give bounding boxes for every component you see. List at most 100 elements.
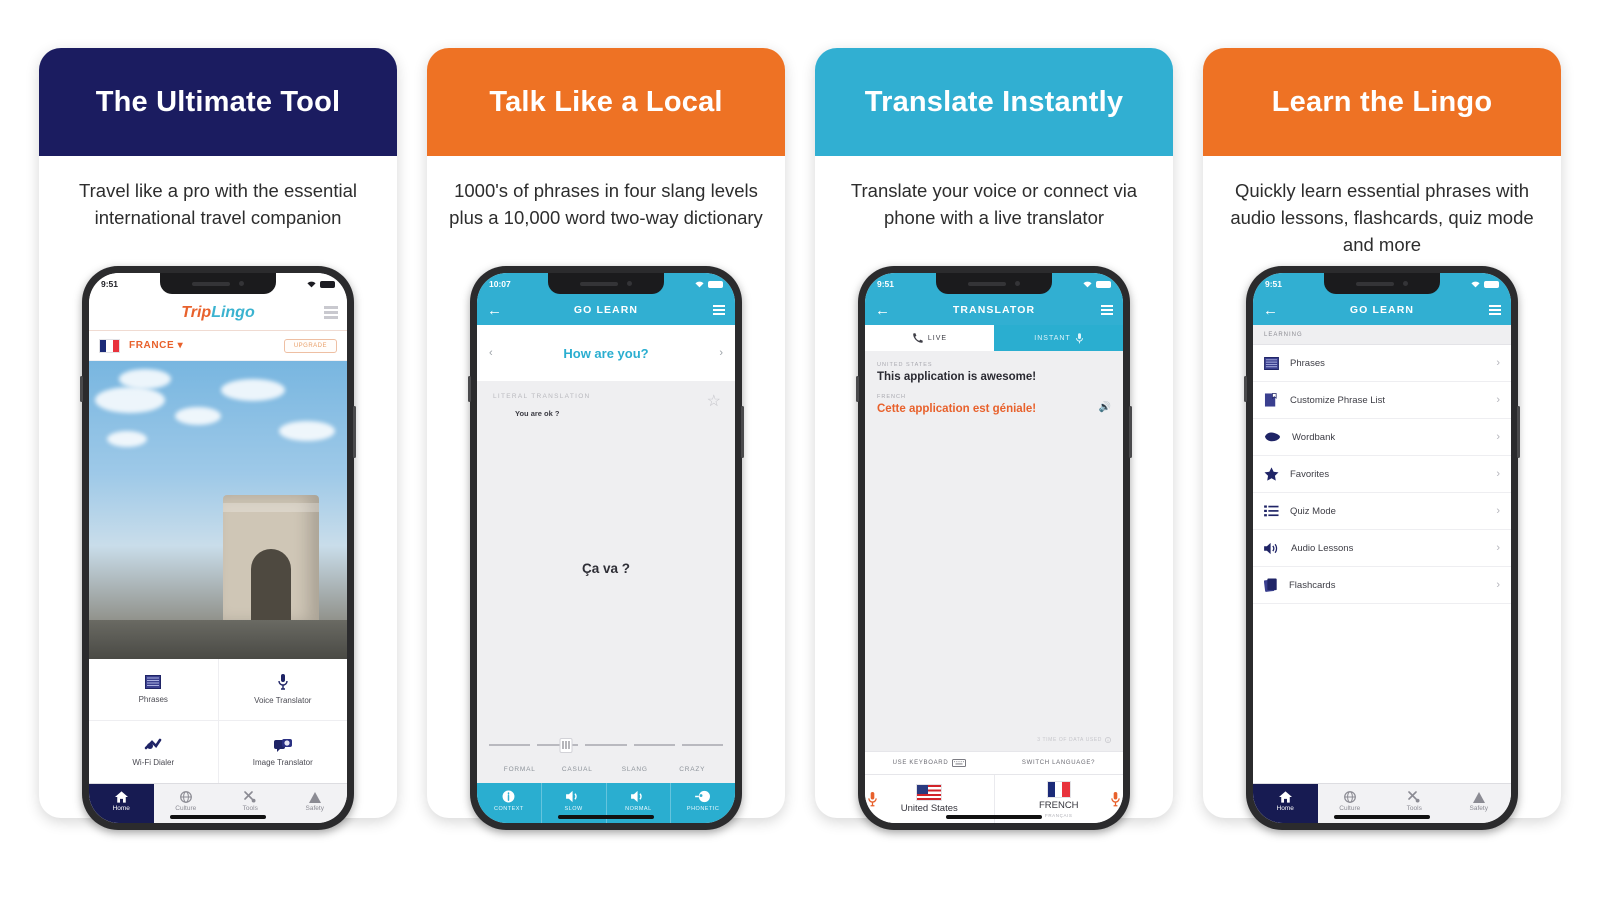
slang-label-casual[interactable]: CASUAL [549, 766, 607, 773]
home-indicator [170, 815, 266, 819]
tab-live[interactable]: LIVE [865, 325, 994, 351]
tab-safety[interactable]: Safety [283, 784, 348, 823]
tab-home[interactable]: Home [89, 784, 154, 823]
warning-icon [308, 791, 321, 803]
phone-mockup-1: 9:51 TripLingo FRANCE ▾ UPGRADE Phrases … [80, 266, 356, 830]
slang-level-labels: FORMAL CASUAL SLANG CRAZY [489, 752, 723, 783]
app-store-screenshot-gallery: The Ultimate Tool Travel like a pro with… [0, 0, 1600, 901]
action-label: CONTEXT [493, 806, 524, 812]
chevron-right-icon: › [1496, 505, 1500, 517]
switch-language-button[interactable]: SWITCH LANGUAGE? [994, 752, 1123, 774]
slider-track[interactable] [489, 737, 724, 753]
list-item-audio-lessons[interactable]: Audio Lessons › [1253, 530, 1511, 567]
card-title: Learn the Lingo [1271, 85, 1493, 118]
card-title: Translate Instantly [864, 85, 1124, 118]
wifi-icon [1471, 281, 1480, 287]
slang-level-slider[interactable]: FORMAL CASUAL SLANG CRAZY [477, 730, 735, 783]
list-empty-space [1253, 604, 1511, 783]
tab-home[interactable]: Home [1253, 784, 1318, 823]
grid-item-label: Voice Translator [254, 696, 312, 705]
speaker-icon [1264, 542, 1278, 554]
language-native-name: FRANÇAIS [1044, 812, 1073, 818]
hamburger-menu-icon[interactable] [1101, 305, 1113, 315]
microphone-icon[interactable] [1111, 791, 1120, 807]
battery-icon [1096, 280, 1111, 288]
feature-card-learn-the-lingo: Learn the Lingo Quickly learn essential … [1203, 48, 1561, 830]
list-item-customize-phrase-list[interactable]: Customize Phrase List › [1253, 382, 1511, 419]
wifi-icon [307, 281, 316, 287]
next-phrase-arrow[interactable]: › [719, 347, 723, 359]
grid-item-wifi-dialer[interactable]: Wi-Fi Dialer [89, 721, 219, 783]
microphone-icon [278, 674, 288, 690]
tab-label: Home [1276, 805, 1294, 812]
status-time: 9:51 [877, 279, 895, 289]
literal-translation-value: You are ok ? [515, 409, 560, 418]
slider-handle[interactable] [559, 737, 573, 753]
grid-item-phrases[interactable]: Phrases [89, 659, 219, 721]
use-keyboard-button[interactable]: USE KEYBOARD [865, 752, 994, 774]
microphone-icon[interactable] [868, 791, 877, 807]
list-item-phrases[interactable]: Phrases › [1253, 345, 1511, 382]
grid-item-voice-translator[interactable]: Voice Translator [218, 659, 347, 721]
phone-mockup-4: 9:51 ← GO LEARN LEARNING Phrases › Custo… [1244, 266, 1520, 830]
slang-label-slang[interactable]: SLANG [606, 766, 664, 773]
home-indicator [946, 815, 1042, 819]
list-item-wordbank[interactable]: Wordbank › [1253, 419, 1511, 456]
grid-item-label: Wi-Fi Dialer [132, 758, 175, 767]
action-phonetic[interactable]: PHONETIC [671, 783, 735, 823]
nav-bar: ← TRANSLATOR [865, 295, 1123, 325]
hamburger-menu-icon[interactable] [324, 306, 338, 319]
language-name: United States [900, 803, 958, 814]
list-edit-icon [1264, 393, 1277, 407]
speaker-icon [630, 790, 642, 803]
country-selector-row[interactable]: FRANCE ▾ UPGRADE [89, 331, 347, 361]
list-icon [1264, 505, 1279, 517]
nav-title: TRANSLATOR [952, 304, 1036, 316]
action-label: PHONETIC [686, 806, 720, 812]
speaker-icon [566, 790, 577, 803]
list-item-favorites[interactable]: Favorites › [1253, 456, 1511, 493]
slang-label-crazy[interactable]: CRAZY [664, 766, 722, 773]
warning-icon [1472, 791, 1485, 803]
list-item-flashcards[interactable]: Flashcards › [1253, 567, 1511, 604]
feature-grid: Phrases Voice Translator Wi-Fi Dialer Im… [89, 659, 347, 783]
back-arrow-icon[interactable]: ← [875, 303, 891, 318]
action-context[interactable]: CONTEXT [477, 783, 542, 823]
nav-title: GO LEARN [1349, 304, 1415, 316]
card-header: Translate Instantly [815, 48, 1173, 156]
slang-label-formal[interactable]: FORMAL [491, 766, 549, 773]
source-text: This application is awesome! [877, 371, 1037, 383]
card-subtitle: 1000's of phrases in four slang levels p… [449, 180, 763, 228]
list-item-quiz-mode[interactable]: Quiz Mode › [1253, 493, 1511, 530]
action-label: NORMAL [625, 806, 652, 812]
tools-icon [244, 791, 256, 803]
speaker-icon[interactable]: 🔊 [1099, 402, 1111, 413]
card-header: Talk Like a Local [427, 48, 785, 156]
prev-phrase-arrow[interactable]: ‹ [489, 347, 493, 359]
us-flag-icon [916, 784, 943, 801]
info-icon[interactable] [1105, 737, 1111, 743]
wifi-icon [695, 281, 704, 287]
phone-notch [1324, 273, 1440, 294]
favorite-star-icon[interactable]: ☆ [707, 391, 721, 411]
status-time: 9:51 [1265, 279, 1283, 289]
hamburger-menu-icon[interactable] [713, 305, 725, 315]
status-time: 10:07 [489, 279, 511, 289]
back-arrow-icon[interactable]: ← [1263, 303, 1279, 318]
back-arrow-icon[interactable]: ← [487, 303, 503, 318]
language-name: FRENCH [1038, 799, 1079, 811]
battery-icon [320, 280, 335, 288]
app-header: TripLingo [89, 295, 347, 331]
conversation-area: UNITED STATES This application is awesom… [865, 351, 1123, 751]
grid-item-image-translator[interactable]: Image Translator [219, 721, 348, 783]
upgrade-button[interactable]: UPGRADE [283, 338, 337, 353]
hamburger-menu-icon[interactable] [1489, 305, 1501, 315]
chevron-right-icon: › [1496, 579, 1500, 591]
tab-safety[interactable]: Safety [1447, 784, 1512, 823]
tab-instant[interactable]: INSTANT [994, 325, 1123, 351]
battery-icon [1484, 280, 1499, 288]
home-indicator [1334, 815, 1430, 819]
keyboard-icon [952, 759, 967, 767]
info-icon [502, 790, 515, 803]
card-title: The Ultimate Tool [95, 85, 341, 118]
